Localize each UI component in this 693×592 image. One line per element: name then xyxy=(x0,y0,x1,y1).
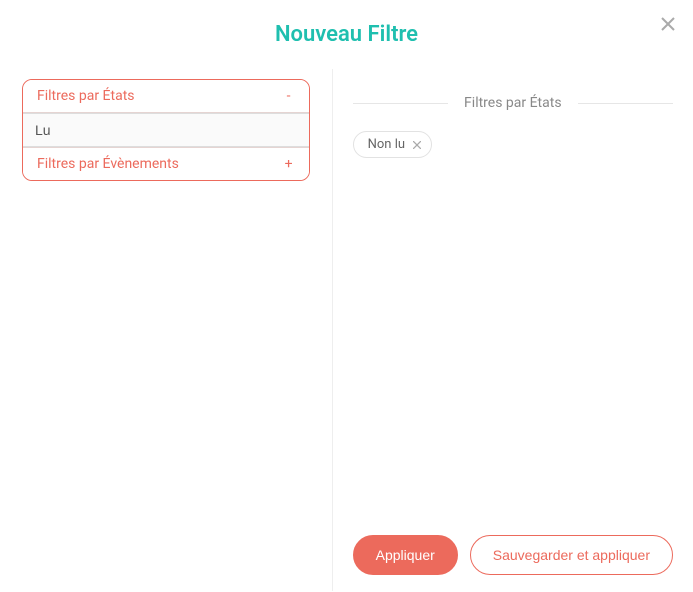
right-pane: Filtres par États Non lu Appliquer Sauve… xyxy=(333,69,693,591)
chip-remove-icon[interactable] xyxy=(413,138,421,152)
close-icon[interactable] xyxy=(657,10,679,38)
divider-left xyxy=(353,103,448,104)
save-and-apply-button[interactable]: Sauvegarder et appliquer xyxy=(470,535,673,575)
section-label: Filtres par États xyxy=(448,95,578,111)
section-title-row: Filtres par États xyxy=(353,95,673,111)
page-title: Nouveau Filtre xyxy=(0,0,693,69)
minus-icon: - xyxy=(283,88,295,104)
chip-non-lu[interactable]: Non lu xyxy=(353,131,432,158)
main-content: Filtres par États - Filtres par Évènemen… xyxy=(0,69,693,591)
chips-container: Non lu xyxy=(353,131,673,158)
accordion-body-states xyxy=(23,112,309,147)
accordion-label-events: Filtres par Évènements xyxy=(37,156,179,172)
chip-label: Non lu xyxy=(368,137,405,152)
footer-actions: Appliquer Sauvegarder et appliquer xyxy=(353,535,673,581)
accordion-header-events[interactable]: Filtres par Évènements + xyxy=(23,147,309,180)
states-filter-input[interactable] xyxy=(23,113,309,147)
plus-icon: + xyxy=(283,156,295,172)
divider-right xyxy=(578,103,673,104)
accordion-header-states[interactable]: Filtres par États - xyxy=(23,80,309,112)
left-pane: Filtres par États - Filtres par Évènemen… xyxy=(0,69,333,591)
filter-accordion: Filtres par États - Filtres par Évènemen… xyxy=(22,79,310,181)
accordion-label-states: Filtres par États xyxy=(37,88,135,104)
apply-button[interactable]: Appliquer xyxy=(353,535,458,575)
